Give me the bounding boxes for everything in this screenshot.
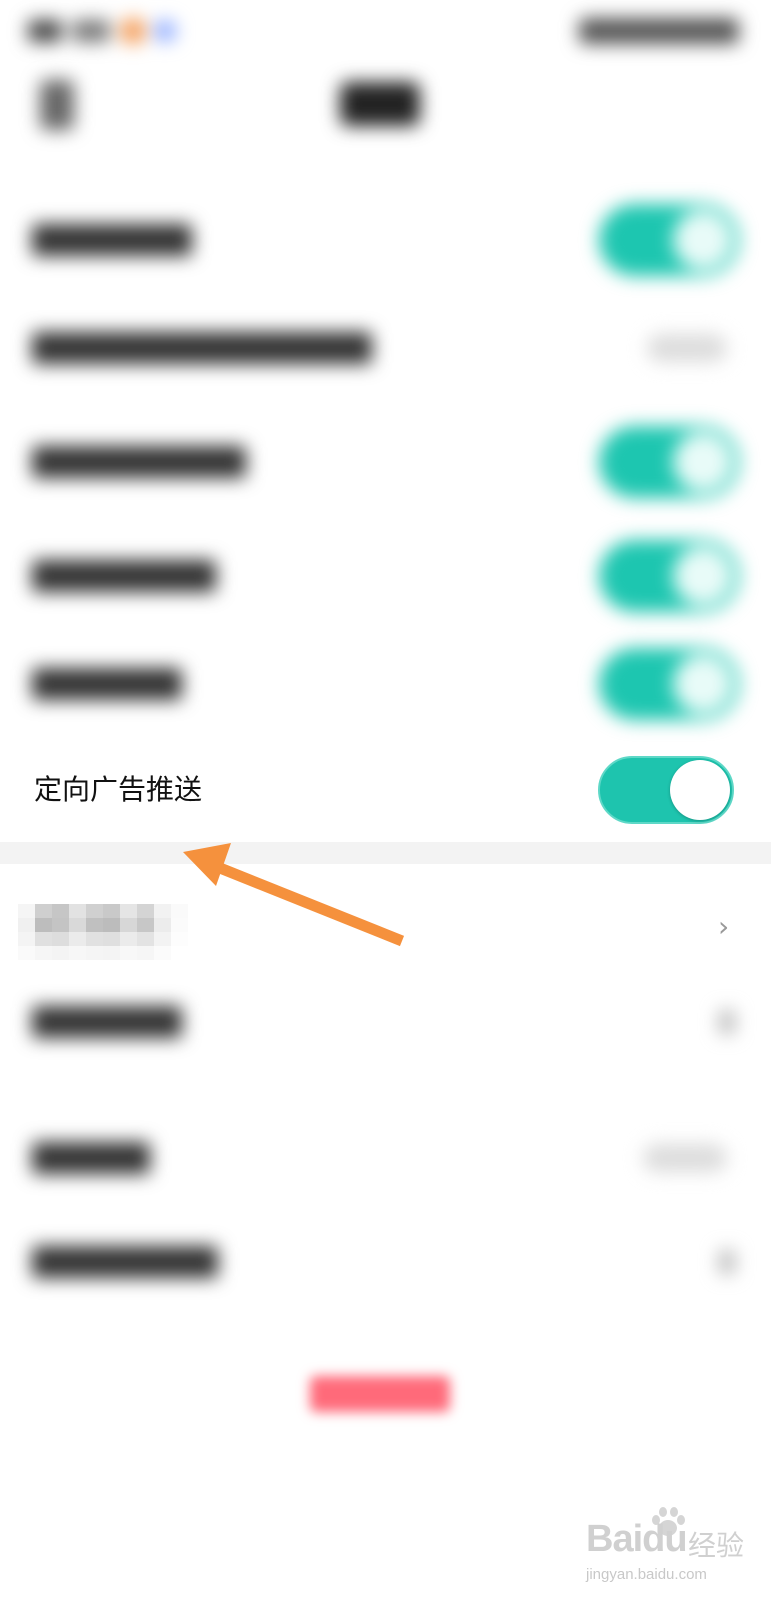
status-bar-left bbox=[28, 14, 178, 48]
setting-row-8[interactable] bbox=[0, 1108, 771, 1208]
watermark-url: jingyan.baidu.com bbox=[586, 1566, 707, 1583]
mosaic-setting-row[interactable]: › bbox=[0, 864, 771, 964]
toggle-knob bbox=[670, 760, 730, 820]
toggle-switch[interactable] bbox=[599, 648, 739, 720]
toggle-switch[interactable] bbox=[599, 426, 739, 498]
targeted-ad-push-toggle[interactable] bbox=[598, 756, 734, 824]
chevron-right-icon[interactable]: › bbox=[718, 912, 738, 942]
logout-button[interactable] bbox=[310, 1376, 450, 1412]
baidu-jingyan-watermark: Baidu 经验 jingyan.baidu.com bbox=[586, 1502, 756, 1592]
setting-row-3[interactable] bbox=[0, 412, 771, 512]
toggle-switch[interactable] bbox=[599, 540, 739, 612]
settings-page: 定向广告推送 › Baidu 经验 jingyan.baidu.com bbox=[0, 0, 771, 1600]
targeted-ad-push-row: 定向广告推送 bbox=[0, 740, 771, 840]
watermark-brand: Baidu bbox=[586, 1518, 688, 1560]
back-chevron-icon[interactable] bbox=[40, 80, 74, 130]
status-bar-right bbox=[579, 18, 739, 44]
toggle-switch[interactable] bbox=[599, 204, 739, 276]
targeted-ad-push-label: 定向广告推送 bbox=[34, 773, 203, 806]
watermark-brand-cn: 经验 bbox=[688, 1529, 745, 1562]
setting-row-1[interactable] bbox=[0, 190, 771, 290]
section-divider bbox=[0, 842, 771, 864]
setting-row-9[interactable] bbox=[0, 1212, 771, 1312]
mosaic-label bbox=[18, 904, 188, 960]
setting-row-2[interactable] bbox=[0, 298, 771, 398]
setting-row-4[interactable] bbox=[0, 526, 771, 626]
setting-row-7[interactable] bbox=[0, 972, 771, 1072]
setting-value bbox=[647, 334, 727, 362]
setting-row-5[interactable] bbox=[0, 634, 771, 734]
page-title bbox=[340, 82, 420, 126]
